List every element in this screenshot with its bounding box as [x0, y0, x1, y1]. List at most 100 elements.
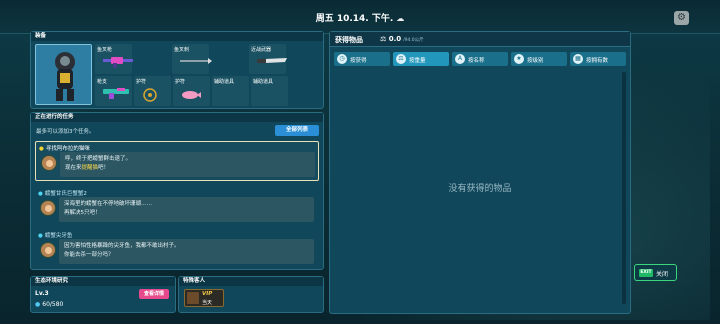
slot-charm-1[interactable]: 护符	[134, 76, 171, 106]
date-display: 周五 10.14. 下午. ☁	[0, 11, 720, 24]
equipment-title: 装备	[31, 32, 323, 41]
weight-capacity: /94.0公斤	[403, 38, 424, 43]
dialogue-line-1: 呼，终于把螃蟹群击退了。	[65, 156, 132, 162]
tab-sort-name[interactable]: A 按名称	[452, 52, 508, 66]
scrollbar[interactable]	[622, 72, 626, 304]
dialogue-text: 吧！	[98, 165, 110, 171]
tab-label: 按获得	[350, 58, 367, 64]
eco-title: 生态环境研究	[31, 277, 175, 286]
eco-level: Lv.3	[35, 290, 49, 297]
slot-charm-2[interactable]: 护符	[173, 76, 210, 106]
obtained-header: 获得物品 ⚖ 0.0/94.0公斤	[330, 32, 630, 47]
slot-label: 护符	[175, 79, 186, 85]
slot-aux-item-2[interactable]: 辅助道具	[251, 76, 288, 106]
dialogue-line-1: 因为害怕性格暴躁的尖牙鱼，我都不敢出村子。	[64, 243, 180, 249]
tab-sort-obtained[interactable]: ◷ 按获得	[334, 52, 390, 66]
tab-sort-level[interactable]: ★ 按级别	[511, 52, 567, 66]
slot-label: 辅助道具	[253, 79, 274, 85]
equipment-panel: 装备 鱼叉枪 鱼叉刺 近战武器 枪支 护符 护符 辅助道具 辅助道具	[30, 31, 324, 109]
quest-title: ● 螃蟹甘氏巨蟹蟹2	[38, 189, 87, 197]
empty-message: 没有获得的物品	[448, 184, 512, 194]
tab-label: 按重量	[409, 58, 426, 64]
dialogue-line-2: 现在来提醒猫吧！	[65, 164, 310, 173]
tab-sort-weight[interactable]: ⚖ 按重量	[393, 52, 449, 66]
quests-panel: 正在进行的任务 最多可以添加3个任务。 全部列表 ● 寻找阿布拉的猫咪 呼，终于把…	[30, 112, 324, 270]
character-slot[interactable]	[35, 44, 92, 105]
npc-avatar	[40, 242, 56, 258]
slot-gun[interactable]: 枪支	[95, 76, 132, 106]
date-label: 周五 10.14. 下午.	[315, 14, 394, 24]
slot-harpoon-gun[interactable]: 鱼叉枪	[95, 44, 133, 74]
dialogue-line-2: 你能去杀一部分吗？	[64, 252, 114, 258]
slot-melee-weapon[interactable]: 近战武器	[249, 44, 287, 74]
star-icon: ★	[514, 54, 524, 64]
full-list-button[interactable]: 全部列表	[275, 125, 319, 136]
count-icon: ▦	[573, 54, 583, 64]
quest-dialogue: 呼，终于把螃蟹群击退了。 现在来提醒猫吧！	[60, 152, 315, 177]
close-button[interactable]: EXIT 关闭	[634, 264, 677, 281]
weight-icon: ⚖	[380, 35, 389, 43]
slot-harpoon[interactable]: 鱼叉刺	[172, 44, 212, 74]
tab-label: 按名称	[468, 58, 485, 64]
tab-sort-count[interactable]: ▦ 按拥有数	[570, 52, 626, 66]
slot-aux-item-1[interactable]: 辅助道具	[212, 76, 249, 106]
quest-item[interactable]: ● 螃蟹尖牙鱼 因为害怕性格暴躁的尖牙鱼，我都不敢出村子。 你能去杀一部分吗？	[35, 229, 319, 269]
slot-label: 辅助道具	[214, 79, 235, 85]
special-guest-panel: 特殊客人 VIP 当天	[178, 276, 324, 313]
close-label: 关闭	[656, 271, 669, 278]
vip-guest-card[interactable]: VIP 当天	[184, 289, 224, 307]
quest-limit-note: 最多可以添加3个任务。	[36, 129, 95, 135]
weight-value: 0.0	[388, 35, 402, 43]
guest-day-label: 当天	[202, 300, 213, 306]
clock-icon: ◷	[337, 54, 347, 64]
quest-item[interactable]: ● 寻找阿布拉的猫咪 呼，终于把螃蟹群击退了。 现在来提醒猫吧！	[35, 141, 319, 181]
dialogue-line-1: 深海里的螃蟹在不停地破坏珊瑚……	[64, 201, 153, 207]
slot-label: 鱼叉枪	[97, 47, 113, 53]
exit-icon: EXIT	[639, 269, 653, 277]
sort-tabs: ◷ 按获得 ⚖ 按重量 A 按名称 ★ 按级别 ▦ 按拥有数	[334, 52, 626, 66]
slot-label: 枪支	[97, 79, 108, 85]
slot-label: 近战武器	[251, 47, 272, 53]
tab-label: 按拥有数	[586, 58, 609, 64]
charm-dolphin-icon	[182, 91, 201, 99]
slot-label: 鱼叉刺	[174, 47, 190, 53]
slot-label: 护符	[136, 79, 147, 85]
quest-marker-icon: ●	[38, 191, 43, 197]
view-details-button[interactable]: 查看详情	[139, 289, 169, 299]
quest-marker-icon: ●	[38, 233, 43, 239]
eco-exp-value: 60/580	[42, 301, 64, 308]
diver-character-icon	[55, 52, 75, 101]
quest-title: ● 螃蟹尖牙鱼	[38, 231, 72, 239]
harpoon-gun-icon	[103, 57, 133, 68]
harpoon-spear-icon	[180, 58, 212, 64]
top-bar: 周五 10.14. 下午. ☁ ⚙	[0, 0, 720, 34]
guest-portrait	[187, 292, 199, 304]
quest-title: ● 寻找阿布拉的猫咪	[39, 144, 90, 152]
quest-item[interactable]: ● 螃蟹甘氏巨蟹蟹2 深海里的螃蟹在不停地破坏珊瑚…… 再解决5只吧！	[35, 187, 319, 227]
name-icon: A	[455, 54, 465, 64]
cloud-icon: ☁	[396, 14, 405, 23]
quest-dialogue: 因为害怕性格暴躁的尖牙鱼，我都不敢出村子。 你能去杀一部分吗？	[59, 239, 314, 264]
vip-label: VIP	[202, 291, 213, 297]
npc-avatar	[40, 200, 56, 216]
quest-marker-icon: ●	[39, 146, 44, 152]
quests-title: 正在进行的任务	[31, 113, 323, 122]
gun-icon	[103, 88, 129, 99]
obtained-items-panel: 获得物品 ⚖ 0.0/94.0公斤 ◷ 按获得 ⚖ 按重量 A 按名称 ★ 按级别 ▦ 按…	[329, 31, 631, 314]
knife-icon	[257, 58, 287, 63]
tab-label: 按级别	[527, 58, 544, 64]
eco-exp: ● 60/580	[35, 301, 63, 308]
settings-gear-button[interactable]: ⚙	[674, 11, 689, 25]
guest-title: 特殊客人	[179, 277, 323, 286]
weight-icon: ⚖	[396, 54, 406, 64]
dialogue-line-2: 再解决5只吧！	[64, 210, 101, 216]
dialogue-highlight: 提醒猫	[81, 165, 99, 171]
dialogue-text: 现在来	[65, 165, 82, 171]
quest-dialogue: 深海里的螃蟹在不停地破坏珊瑚…… 再解决5只吧！	[59, 197, 314, 222]
exp-orb-icon: ●	[35, 301, 41, 308]
weight-display: ⚖ 0.0/94.0公斤	[380, 35, 424, 43]
charm-wheel-icon	[143, 88, 157, 102]
obtained-title: 获得物品	[335, 36, 363, 44]
eco-research-panel: 生态环境研究 Lv.3 ● 60/580 查看详情	[30, 276, 176, 313]
npc-avatar	[41, 155, 57, 171]
